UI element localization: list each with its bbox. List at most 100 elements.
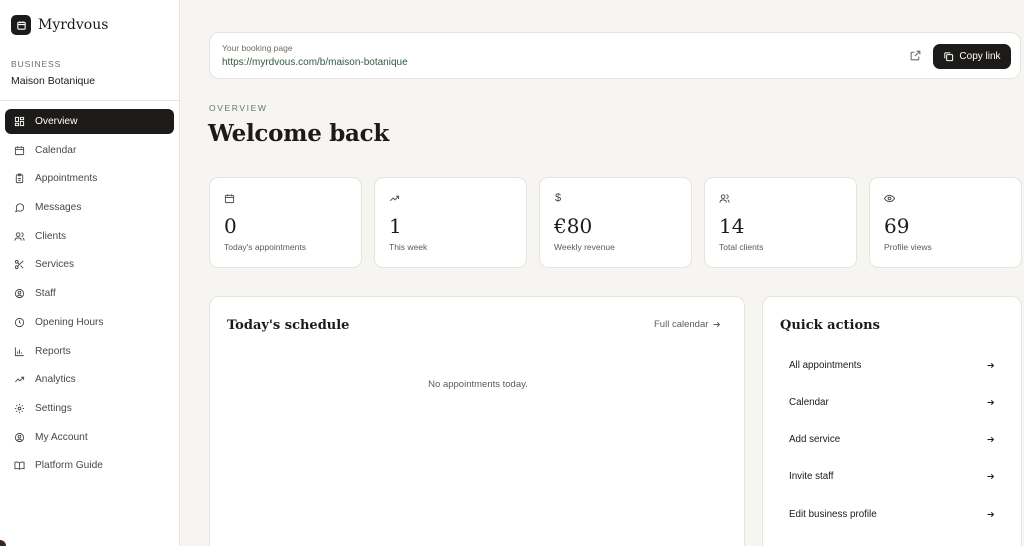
quick-action-label: Edit business profile: [789, 508, 877, 520]
quick-action-invite-staff[interactable]: Invite staff: [780, 459, 1004, 493]
external-link-icon[interactable]: [909, 49, 922, 62]
arrow-right-icon: [987, 473, 995, 479]
account-icon: [14, 432, 25, 442]
copy-link-button[interactable]: Copy link: [933, 44, 1011, 69]
grid-icon: [14, 116, 25, 127]
quick-action-edit-business-profile[interactable]: Edit business profile: [780, 497, 1004, 531]
stat-value: 0: [224, 214, 237, 238]
copy-icon: [944, 52, 954, 62]
stat-value: €80: [554, 214, 593, 238]
corner-decoration: [0, 540, 6, 546]
business-name: Maison Botanique: [11, 75, 96, 87]
sidebar-item-label: Appointments: [35, 173, 98, 185]
sidebar-item-staff[interactable]: Staff: [5, 281, 174, 306]
dollar-icon: $: [555, 192, 562, 204]
quick-action-all-appointments[interactable]: All appointments: [780, 348, 1004, 382]
arrow-right-icon: [987, 436, 995, 442]
chat-icon: [15, 203, 25, 213]
sidebar-item-label: Opening Hours: [35, 316, 104, 328]
stat-label: This week: [389, 242, 428, 252]
stat-label: Profile views: [884, 242, 932, 252]
stat-card-total-clients: 14 Total clients: [704, 177, 857, 268]
sidebar-item-my-account[interactable]: My Account: [5, 425, 174, 450]
stat-card-weekly-revenue: $ €80 Weekly revenue: [539, 177, 692, 268]
arrow-right-icon: [987, 362, 995, 368]
sidebar-item-label: Staff: [35, 288, 56, 300]
arrow-right-icon: [987, 511, 995, 517]
quick-action-calendar[interactable]: Calendar: [780, 385, 1004, 419]
eye-icon: [884, 194, 895, 203]
quick-actions-title: Quick actions: [780, 318, 880, 333]
stat-card-todays-appointments: 0 Today's appointments: [209, 177, 362, 268]
sidebar-item-label: Overview: [35, 116, 78, 127]
stat-label: Total clients: [719, 242, 764, 252]
sidebar-item-services[interactable]: Services: [5, 252, 174, 277]
quick-action-label: Calendar: [789, 396, 829, 408]
main-content: Your booking page https://myrdvous.com/b…: [180, 0, 1024, 546]
sidebar-item-messages[interactable]: Messages: [5, 195, 174, 220]
stat-value: 69: [884, 214, 910, 238]
stat-value: 14: [719, 214, 745, 238]
sidebar-item-label: Reports: [35, 345, 71, 357]
calendar-icon: [224, 194, 235, 204]
stat-card-profile-views: 69 Profile views: [869, 177, 1022, 268]
business-label: BUSINESS: [11, 59, 62, 69]
stat-value: 1: [389, 214, 402, 238]
arrow-right-icon: [713, 321, 721, 328]
quick-action-label: All appointments: [789, 359, 862, 371]
brand[interactable]: Myrdvous: [0, 0, 179, 50]
sidebar-item-settings[interactable]: Settings: [5, 396, 174, 421]
sidebar-item-label: My Account: [35, 431, 88, 443]
sidebar-item-label: Platform Guide: [35, 460, 103, 472]
stat-label: Today's appointments: [224, 242, 306, 252]
stat-card-this-week: 1 This week: [374, 177, 527, 268]
brand-name: Myrdvous: [38, 17, 109, 33]
clipboard-icon: [15, 173, 24, 184]
sidebar-item-appointments[interactable]: Appointments: [5, 166, 174, 191]
users-icon: [719, 194, 730, 203]
sidebar-item-label: Clients: [35, 230, 67, 242]
sidebar: Myrdvous BUSINESS Maison Botanique Overv…: [0, 0, 180, 546]
scissors-icon: [14, 260, 24, 270]
clock-icon: [14, 317, 25, 327]
sidebar-item-reports[interactable]: Reports: [5, 339, 174, 364]
gear-icon: [14, 403, 25, 413]
sidebar-item-platform-guide[interactable]: Platform Guide: [5, 453, 174, 478]
book-icon: [14, 461, 25, 470]
sidebar-item-label: Messages: [35, 202, 82, 214]
booking-page-label: Your booking page: [222, 43, 293, 53]
schedule-title: Today's schedule: [227, 318, 350, 333]
booking-page-bar: Your booking page https://myrdvous.com/b…: [209, 32, 1021, 79]
user-circle-icon: [14, 289, 25, 299]
sidebar-item-label: Calendar: [35, 144, 77, 156]
users-icon: [14, 232, 25, 241]
trending-up-icon: [390, 195, 400, 202]
quick-action-label: Add service: [789, 433, 841, 445]
sidebar-nav: Overview Calendar Appointments Messages …: [0, 101, 179, 478]
quick-action-add-service[interactable]: Add service: [780, 422, 1004, 456]
sidebar-item-label: Settings: [35, 402, 72, 414]
sidebar-item-label: Analytics: [35, 374, 76, 386]
calendar-icon: [14, 146, 25, 155]
section-overline: OVERVIEW: [209, 103, 268, 113]
sidebar-item-calendar[interactable]: Calendar: [5, 138, 174, 163]
full-calendar-label: Full calendar: [654, 319, 709, 330]
sidebar-item-clients[interactable]: Clients: [5, 224, 174, 249]
empty-state-text: No appointments today.: [428, 379, 528, 390]
todays-schedule-panel: Today's schedule Full calendar No appoin…: [209, 296, 745, 546]
business-info: BUSINESS Maison Botanique: [0, 50, 179, 101]
sidebar-item-analytics[interactable]: Analytics: [5, 367, 174, 392]
quick-actions-panel: Quick actions All appointments Calendar …: [762, 296, 1022, 546]
stat-label: Weekly revenue: [554, 242, 615, 252]
sidebar-item-opening-hours[interactable]: Opening Hours: [5, 310, 174, 335]
quick-action-label: Invite staff: [789, 470, 834, 482]
sidebar-item-label: Services: [35, 259, 75, 271]
full-calendar-link[interactable]: Full calendar: [654, 319, 721, 330]
trending-up-icon: [15, 376, 25, 383]
copy-link-label: Copy link: [959, 51, 1001, 62]
brand-logo-icon: [11, 15, 31, 35]
arrow-right-icon: [987, 399, 995, 405]
bar-chart-icon: [14, 346, 24, 356]
sidebar-item-overview[interactable]: Overview: [5, 109, 174, 134]
booking-page-url[interactable]: https://myrdvous.com/b/maison-botanique: [222, 57, 408, 68]
